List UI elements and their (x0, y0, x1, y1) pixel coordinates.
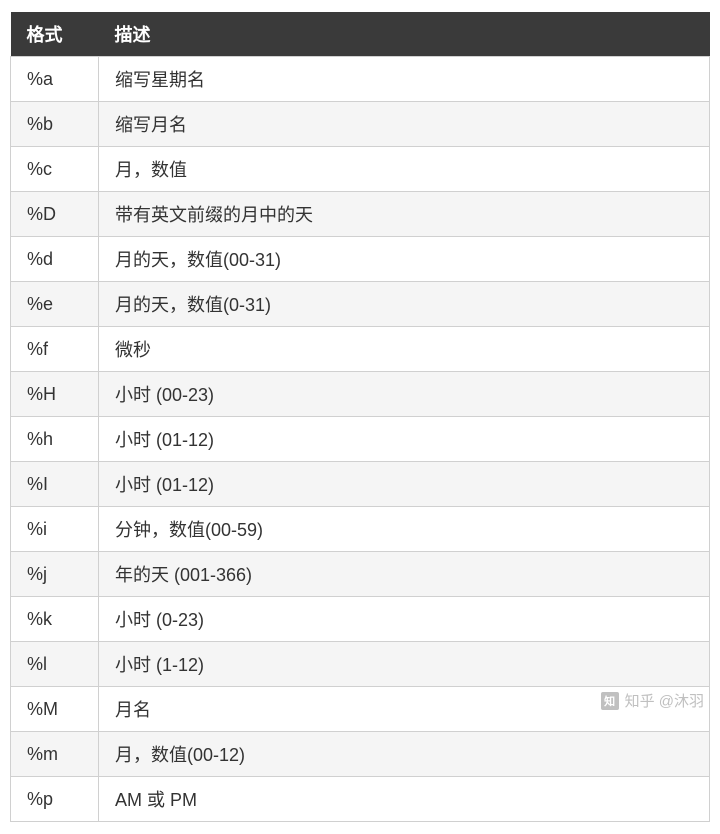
cell-format: %j (11, 552, 99, 597)
cell-desc: 月的天，数值(00-31) (99, 237, 710, 282)
cell-desc: 年的天 (001-366) (99, 552, 710, 597)
cell-desc: 小时 (1-12) (99, 642, 710, 687)
cell-format: %l (11, 642, 99, 687)
cell-desc: 缩写月名 (99, 102, 710, 147)
table-row: %I小时 (01-12) (11, 462, 710, 507)
cell-format: %i (11, 507, 99, 552)
table-row: %k小时 (0-23) (11, 597, 710, 642)
cell-format: %m (11, 732, 99, 777)
table-row: %j年的天 (001-366) (11, 552, 710, 597)
cell-desc: 小时 (01-12) (99, 462, 710, 507)
watermark-text: 知乎 @沐羽 (625, 690, 704, 711)
table-row: %H小时 (00-23) (11, 372, 710, 417)
table-row: %c月，数值 (11, 147, 710, 192)
table-row: %f微秒 (11, 327, 710, 372)
table-row: %d月的天，数值(00-31) (11, 237, 710, 282)
watermark: 知 知乎 @沐羽 (601, 690, 704, 711)
zhihu-icon: 知 (601, 692, 619, 710)
table-header-row: 格式 描述 (11, 12, 710, 57)
cell-desc: 带有英文前缀的月中的天 (99, 192, 710, 237)
table-row: %D带有英文前缀的月中的天 (11, 192, 710, 237)
table-row: %l小时 (1-12) (11, 642, 710, 687)
cell-format: %e (11, 282, 99, 327)
header-format: 格式 (11, 12, 99, 57)
cell-format: %I (11, 462, 99, 507)
cell-format: %h (11, 417, 99, 462)
table-row: %i分钟，数值(00-59) (11, 507, 710, 552)
cell-format: %c (11, 147, 99, 192)
cell-desc: 月，数值 (99, 147, 710, 192)
cell-desc: 月的天，数值(0-31) (99, 282, 710, 327)
cell-format: %D (11, 192, 99, 237)
cell-desc: 微秒 (99, 327, 710, 372)
cell-desc: 月，数值(00-12) (99, 732, 710, 777)
table-row: %h小时 (01-12) (11, 417, 710, 462)
cell-format: %H (11, 372, 99, 417)
cell-format: %b (11, 102, 99, 147)
cell-format: %p (11, 777, 99, 822)
cell-desc: 缩写星期名 (99, 57, 710, 102)
cell-format: %a (11, 57, 99, 102)
cell-desc: 小时 (0-23) (99, 597, 710, 642)
table-row: %pAM 或 PM (11, 777, 710, 822)
cell-desc: 小时 (00-23) (99, 372, 710, 417)
table-row: %m月，数值(00-12) (11, 732, 710, 777)
cell-desc: 分钟，数值(00-59) (99, 507, 710, 552)
cell-format: %d (11, 237, 99, 282)
table-row: %e月的天，数值(0-31) (11, 282, 710, 327)
cell-format: %M (11, 687, 99, 732)
cell-format: %f (11, 327, 99, 372)
cell-desc: AM 或 PM (99, 777, 710, 822)
cell-format: %k (11, 597, 99, 642)
table-row: %a缩写星期名 (11, 57, 710, 102)
table-row: %b缩写月名 (11, 102, 710, 147)
cell-desc: 小时 (01-12) (99, 417, 710, 462)
header-desc: 描述 (99, 12, 710, 57)
